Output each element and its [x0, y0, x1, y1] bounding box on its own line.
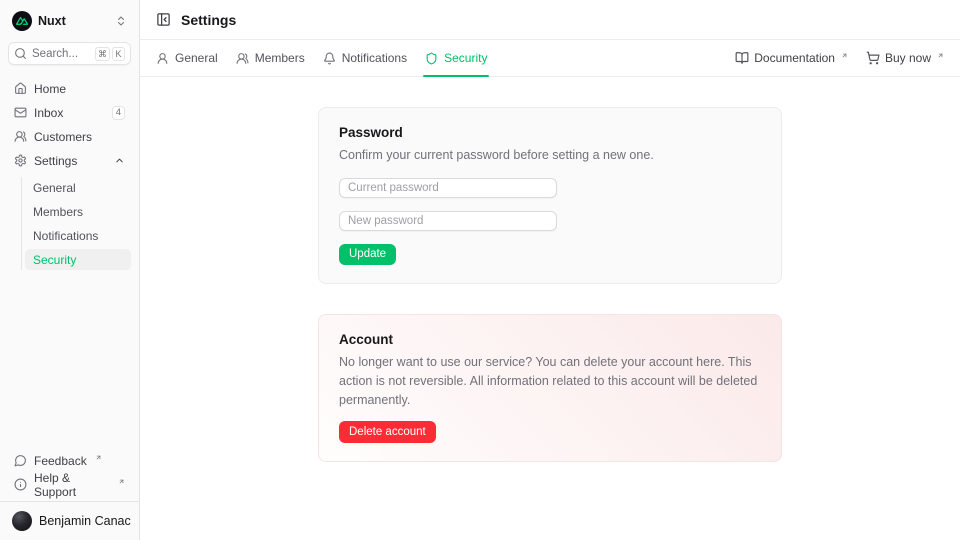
search-input[interactable]: Search... ⌘ K	[8, 42, 131, 65]
sidebar-item-general[interactable]: General	[25, 177, 131, 198]
page-title: Settings	[181, 12, 236, 28]
documentation-link[interactable]: Documentation	[735, 51, 848, 65]
sidebar-item-label: Home	[34, 82, 66, 96]
avatar	[12, 511, 32, 531]
page-header: Settings	[140, 0, 960, 40]
nuxt-logo-icon	[12, 11, 32, 31]
sidebar-item-label: Inbox	[34, 106, 63, 120]
card-title: Password	[339, 124, 761, 142]
tab-notifications[interactable]: Notifications	[323, 40, 407, 76]
sidebar-item-members[interactable]: Members	[25, 201, 131, 222]
external-link-icon	[937, 52, 944, 59]
sidebar-item-home[interactable]: Home	[8, 78, 131, 99]
new-password-field[interactable]	[339, 211, 557, 231]
link-label: Documentation	[754, 51, 835, 65]
tab-general[interactable]: General	[156, 40, 218, 76]
tab-label: Security	[444, 51, 487, 65]
footer-link-label: Feedback	[34, 454, 87, 468]
book-open-icon	[735, 51, 749, 65]
sidebar-user-section: Benjamin Canac	[0, 501, 139, 540]
tab-members[interactable]: Members	[236, 40, 305, 76]
kbd-meta: ⌘	[95, 47, 110, 61]
team-switcher[interactable]: Nuxt	[8, 8, 131, 34]
account-card: Account No longer want to use our servic…	[318, 314, 782, 462]
sidebar: Nuxt Search... ⌘ K Home Inbox 4	[0, 0, 140, 540]
card-title: Account	[339, 331, 761, 349]
settings-tabbar: General Members Notifications Security	[140, 40, 960, 77]
user-menu[interactable]: Benjamin Canac	[8, 509, 131, 533]
shield-icon	[425, 52, 438, 65]
sidebar-item-security[interactable]: Security	[25, 249, 131, 270]
delete-account-button[interactable]: Delete account	[339, 421, 436, 443]
users-icon	[14, 130, 27, 143]
sidebar-item-inbox[interactable]: Inbox 4	[8, 102, 131, 123]
card-description: No longer want to use our service? You c…	[339, 353, 761, 410]
tab-label: General	[175, 51, 218, 65]
team-name: Nuxt	[38, 14, 66, 28]
search-placeholder: Search...	[32, 48, 78, 60]
users-icon	[236, 52, 249, 65]
bell-icon	[323, 52, 336, 65]
footer-link-label: Help & Support	[34, 471, 110, 499]
tabbar-links: Documentation Buy now	[735, 51, 944, 65]
chevrons-up-down-icon	[115, 15, 127, 27]
external-link-icon	[841, 52, 848, 59]
inbox-icon	[14, 106, 27, 119]
sidebar-item-label: Customers	[34, 130, 92, 144]
chevron-up-icon	[114, 155, 125, 166]
link-label: Buy now	[885, 51, 931, 65]
search-shortcut: ⌘ K	[95, 47, 125, 61]
user-icon	[156, 52, 169, 65]
tab-security[interactable]: Security	[425, 40, 487, 76]
main-panel: Settings General Members Notifications S…	[140, 0, 960, 540]
external-link-icon	[95, 454, 102, 461]
card-description: Confirm your current password before set…	[339, 146, 761, 165]
sidebar-nav: Home Inbox 4 Customers Settings General	[8, 78, 131, 270]
sidebar-item-settings[interactable]: Settings	[8, 150, 131, 171]
kbd-k: K	[112, 47, 125, 61]
sidebar-item-label: Members	[33, 205, 83, 219]
feedback-link[interactable]: Feedback	[8, 450, 131, 471]
shopping-cart-icon	[866, 51, 880, 65]
tab-label: Members	[255, 51, 305, 65]
sidebar-item-notifications[interactable]: Notifications	[25, 225, 131, 246]
app-window: Nuxt Search... ⌘ K Home Inbox 4	[0, 0, 960, 540]
settings-submenu: General Members Notifications Security	[21, 177, 131, 270]
sidebar-item-label: Notifications	[33, 229, 98, 243]
current-password-field[interactable]	[339, 178, 557, 198]
content-area: Password Confirm your current password b…	[140, 77, 960, 540]
sidebar-item-label: General	[33, 181, 76, 195]
gear-icon	[14, 154, 27, 167]
sidebar-footer: Feedback Help & Support	[8, 450, 131, 501]
help-support-link[interactable]: Help & Support	[8, 474, 131, 495]
sidebar-item-label: Security	[33, 253, 76, 267]
user-name: Benjamin Canac	[39, 514, 131, 528]
update-button[interactable]: Update	[339, 244, 396, 265]
info-icon	[14, 478, 27, 491]
search-icon	[14, 47, 27, 60]
sidebar-item-label: Settings	[34, 154, 77, 168]
buy-now-link[interactable]: Buy now	[866, 51, 944, 65]
inbox-count-badge: 4	[112, 106, 125, 120]
collapse-sidebar-icon[interactable]	[156, 12, 171, 27]
sidebar-item-customers[interactable]: Customers	[8, 126, 131, 147]
password-card: Password Confirm your current password b…	[318, 107, 782, 284]
external-link-icon	[118, 478, 125, 485]
tab-label: Notifications	[342, 51, 407, 65]
home-icon	[14, 82, 27, 95]
message-circle-icon	[14, 454, 27, 467]
